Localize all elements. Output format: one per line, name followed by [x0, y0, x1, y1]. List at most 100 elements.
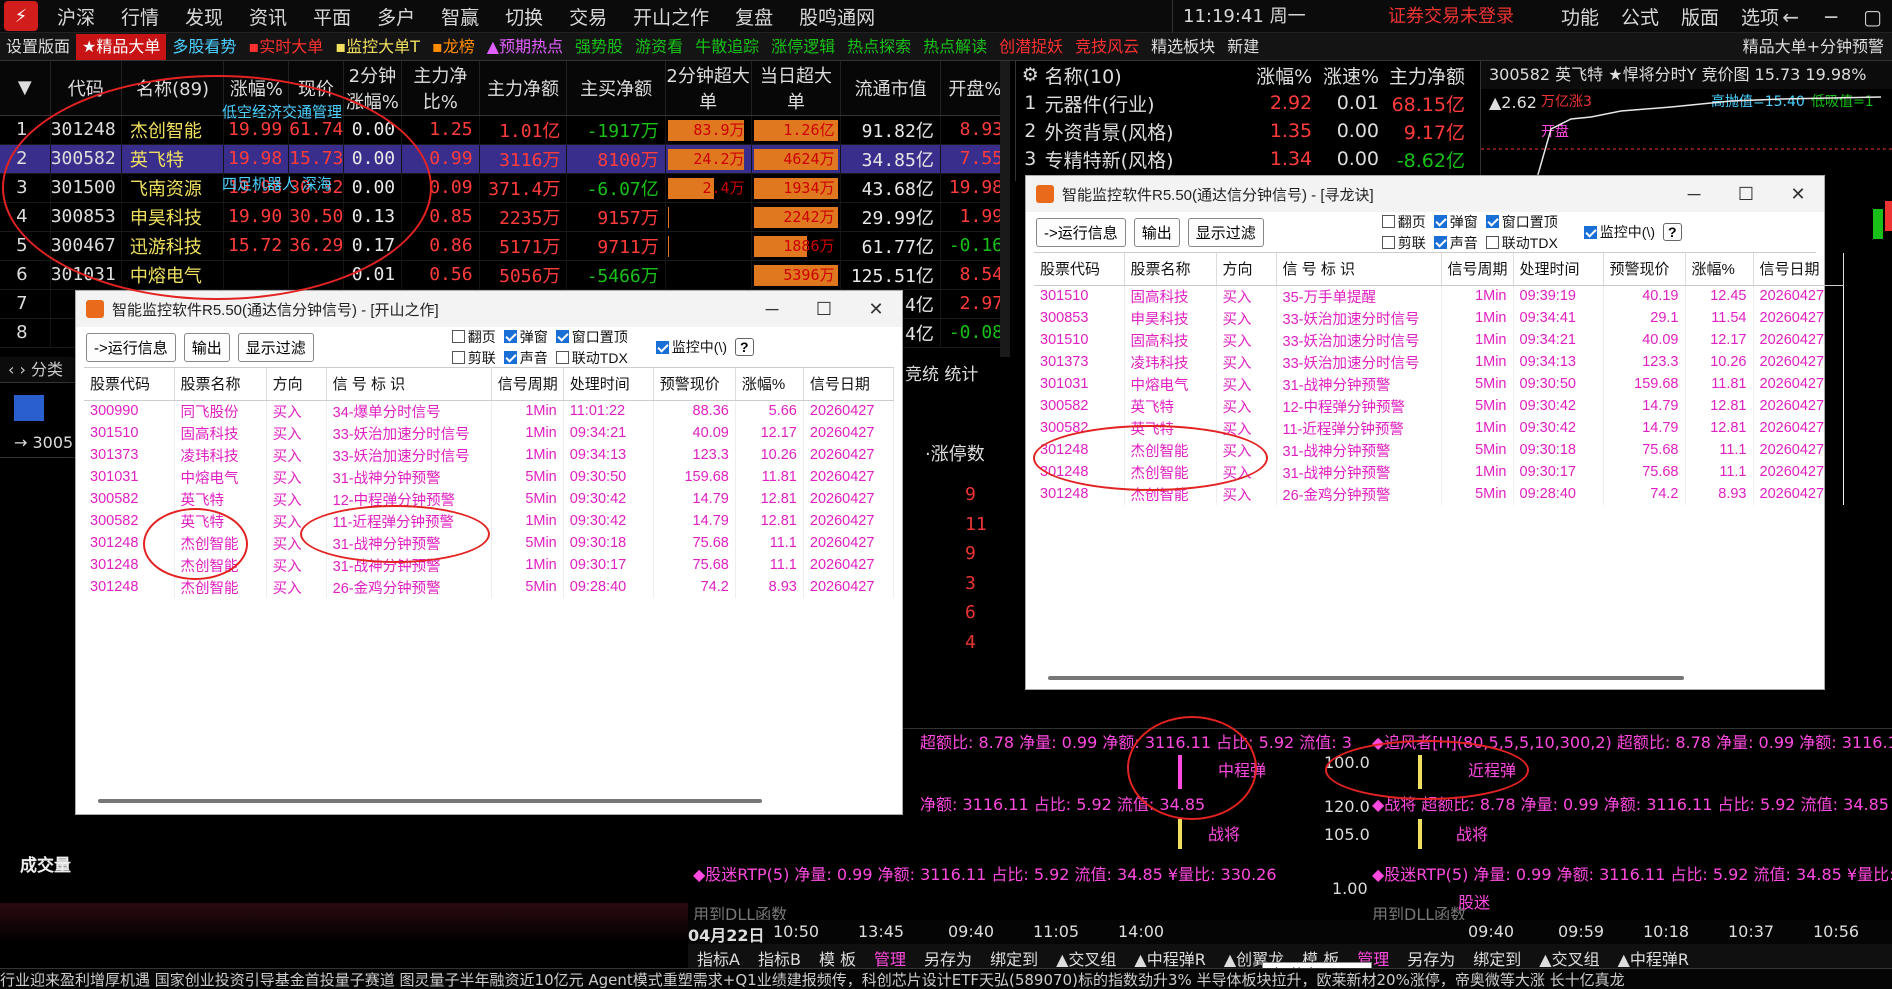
signal-column-header[interactable]: 信号日期	[803, 368, 895, 401]
checkbox-box[interactable]	[1485, 215, 1499, 228]
signal-column-header[interactable]: 处理时间	[563, 368, 654, 401]
toolbar-item[interactable]: 热点解读	[917, 34, 993, 60]
toolbar-item[interactable]: 涨停逻辑	[765, 34, 841, 60]
signal-row[interactable]: 301510 固高科技 买入 33-妖治加速分时信号 1Min 09:34:21 40.09…	[84, 422, 895, 444]
toolbar-item[interactable]: 精选板块	[1145, 34, 1221, 60]
signal-row[interactable]: 300990 同飞股份 买入 34-爆单分时信号 1Min 11:01:22 88.36 5.…	[84, 400, 895, 422]
menu-item[interactable]: 沪深	[44, 3, 108, 30]
column-header[interactable]: 主力净额	[479, 61, 568, 116]
option-checkbox[interactable]: 翻页	[1381, 212, 1426, 232]
signal-row[interactable]: 301248 杰创智能 买入 31-战神分钟预警 1Min 09:30:17 75.68 11…	[84, 554, 895, 576]
column-header[interactable]: 流通市值	[840, 61, 941, 116]
option-checkbox[interactable]: 窗口置顶	[1485, 212, 1558, 232]
option-checkbox[interactable]: 联动TDX	[555, 348, 628, 368]
signal-row[interactable]: 300582 英飞特 买入 12-中程弹分钟预警 5Min 09:30:42 14.79 12…	[84, 488, 895, 510]
checkbox-box[interactable]	[503, 351, 517, 364]
display-filter-button[interactable]: 显示过滤	[237, 332, 314, 362]
output-button[interactable]: 输出	[183, 332, 230, 362]
signal-column-header[interactable]: 预警现价	[653, 368, 736, 401]
signal-column-header[interactable]: 股票名称	[1124, 253, 1217, 286]
signal-row[interactable]: 301248 杰创智能 买入 31-战神分钟预警 1Min 09:30:17 75.68 11…	[1034, 461, 1844, 483]
sort-toggle-icon[interactable]: ▼	[0, 61, 51, 116]
grid-icon[interactable]	[14, 395, 44, 421]
signal-row[interactable]: 301248 杰创智能 买入 31-战神分钟预警 5Min 09:30:18 75.68 11…	[84, 532, 895, 554]
column-header[interactable]: 主买净额	[566, 61, 666, 116]
minimize-icon[interactable]: ─	[1825, 5, 1837, 29]
horizontal-scrollbar[interactable]	[1048, 676, 1684, 680]
sector-col-speed[interactable]: 涨速%	[1312, 62, 1379, 89]
signal-column-header[interactable]: 预警现价	[1603, 253, 1686, 286]
sector-row[interactable]: 3 专精特新(风格) 1.34 0.00 -8.62亿	[1016, 145, 1465, 173]
sector-col-net[interactable]: 主力净额	[1379, 62, 1465, 89]
menu-item[interactable]: 开山之作	[620, 3, 722, 30]
right-menu-item[interactable]: 功能	[1550, 3, 1610, 30]
table-row[interactable]: 6 301031 中熔电气 0.01 0.56 5056万 -5466万 5396万 125.5…	[0, 260, 1011, 290]
display-filter-button[interactable]: 显示过滤	[1187, 217, 1264, 247]
option-checkbox[interactable]: 窗口置顶	[555, 327, 628, 347]
horizontal-scrollbar[interactable]	[98, 799, 762, 803]
close-icon[interactable]: ✕	[1772, 176, 1824, 212]
toolbar-item[interactable]: 游资看	[629, 34, 689, 60]
signal-row[interactable]: 301248 杰创智能 买入 26-金鸡分钟预警 5Min 09:28:40 74.2 8.9…	[84, 576, 895, 598]
toolbar-item[interactable]: ▲预期热点	[481, 34, 569, 60]
signal-row[interactable]: 300582 英飞特 买入 11-近程弹分钟预警 1Min 09:30:42 14.79 12…	[1034, 417, 1844, 439]
signal-column-header[interactable]: 方向	[1216, 253, 1277, 286]
run-info-button[interactable]: ->运行信息	[86, 332, 176, 362]
toolbar-item[interactable]: ▪龙榜	[426, 34, 481, 60]
menu-item[interactable]: 智赢	[428, 3, 492, 30]
column-header[interactable]: 2分钟涨幅%	[343, 61, 403, 116]
output-button[interactable]: 输出	[1133, 217, 1180, 247]
checkbox-box[interactable]	[503, 330, 517, 343]
bottom-tab[interactable]: ▲中程弹R	[1125, 944, 1214, 969]
toolbar-item[interactable]: ★精品大单	[76, 33, 167, 60]
bottom-tab[interactable]: 指标A	[688, 944, 749, 969]
sector-row[interactable]: 1 元器件(行业) 2.92 0.01 68.15亿	[1016, 89, 1465, 117]
bottom-tab[interactable]: ▲中程弹R	[1609, 944, 1698, 969]
signal-column-header[interactable]: 股票名称	[174, 368, 267, 401]
bottom-tab[interactable]: 模 板	[810, 944, 865, 969]
help-icon[interactable]: ?	[735, 338, 754, 356]
signal-row[interactable]: 301031 中熔电气 买入 31-战神分钟预警 5Min 09:30:50 159.68 1…	[1034, 373, 1844, 395]
signal-column-header[interactable]: 信 号 标 识	[1276, 253, 1442, 286]
option-checkbox[interactable]: 剪联	[1381, 233, 1426, 253]
checkbox-box[interactable]	[1433, 215, 1447, 228]
signal-column-header[interactable]: 信 号 标 识	[326, 368, 492, 401]
checkbox-box[interactable]	[451, 330, 465, 343]
restore-icon[interactable]: ▢	[1863, 5, 1882, 29]
menu-item[interactable]: 股鸣通网	[786, 3, 888, 30]
minimize-icon[interactable]: ─	[1668, 176, 1720, 212]
bottom-tab[interactable]: 绑定到	[1464, 944, 1530, 969]
toolbar-item[interactable]: ▪实时大单	[242, 34, 329, 60]
toolbar-item[interactable]: 设置版面	[0, 34, 76, 60]
signal-column-header[interactable]: 信号周期	[491, 368, 564, 401]
option-checkbox[interactable]: 弹窗	[503, 327, 548, 347]
close-icon[interactable]: ✕	[850, 291, 902, 327]
toolbar-item[interactable]: 强势股	[569, 34, 629, 60]
signal-row[interactable]: 301031 中熔电气 买入 31-战神分钟预警 5Min 09:30:50 159.68 1…	[84, 466, 895, 488]
column-header[interactable]: 主力净比%	[401, 61, 480, 116]
bottom-tab[interactable]: 绑定到	[981, 944, 1047, 969]
dialog-titlebar[interactable]: 智能监控软件R5.50(通达信分钟信号) - [开山之作] ─ ☐ ✕	[76, 291, 902, 327]
help-icon[interactable]: ?	[1663, 223, 1682, 241]
signal-column-header[interactable]: 股票代码	[84, 368, 175, 401]
sector-row[interactable]: 2 外资背景(风格) 1.35 0.00 9.17亿	[1016, 117, 1465, 145]
option-checkbox[interactable]: 声音	[1433, 233, 1478, 253]
menu-item[interactable]: 复盘	[722, 3, 786, 30]
option-checkbox[interactable]: 弹窗	[1433, 212, 1478, 232]
table-row[interactable]: 1 301248 杰创智能 19.99 61.74 0.00 1.25 1.01亿 -1917万…	[0, 115, 1011, 145]
signal-row[interactable]: 301248 杰创智能 买入 31-战神分钟预警 5Min 09:30:18 75.68 11…	[1034, 439, 1844, 461]
gear-icon[interactable]: ⚙	[1016, 64, 1045, 86]
signal-row[interactable]: 300853 申昊科技 买入 33-妖治加速分时信号 1Min 09:34:41 29.1 1…	[1034, 307, 1844, 329]
menu-item[interactable]: 行情	[108, 3, 172, 30]
sector-col-chg[interactable]: 涨幅%	[1236, 62, 1312, 89]
signal-column-header[interactable]: 涨幅%	[735, 368, 804, 401]
signal-row[interactable]: 301373 凌玮科技 买入 33-妖治加速分时信号 1Min 09:34:13 123.3…	[1034, 351, 1844, 373]
signal-column-header[interactable]: 信号周期	[1441, 253, 1514, 286]
toolbar-item[interactable]: 创潜捉妖	[993, 34, 1069, 60]
table-row[interactable]: 2 300582 英飞特 19.98 15.73 0.00 0.99 3116万 8100万 24…	[0, 144, 1011, 174]
bottom-tab[interactable]: 管理	[865, 944, 915, 969]
toolbar-item[interactable]: 新建	[1221, 34, 1265, 60]
option-checkbox[interactable]: 联动TDX	[1485, 233, 1558, 253]
signal-column-header[interactable]: 信号日期	[1753, 253, 1844, 286]
table-row[interactable]: 3 301500 飞南资源 19.98 30.32 0.00 0.09 371.4万 -6.07…	[0, 173, 1011, 203]
